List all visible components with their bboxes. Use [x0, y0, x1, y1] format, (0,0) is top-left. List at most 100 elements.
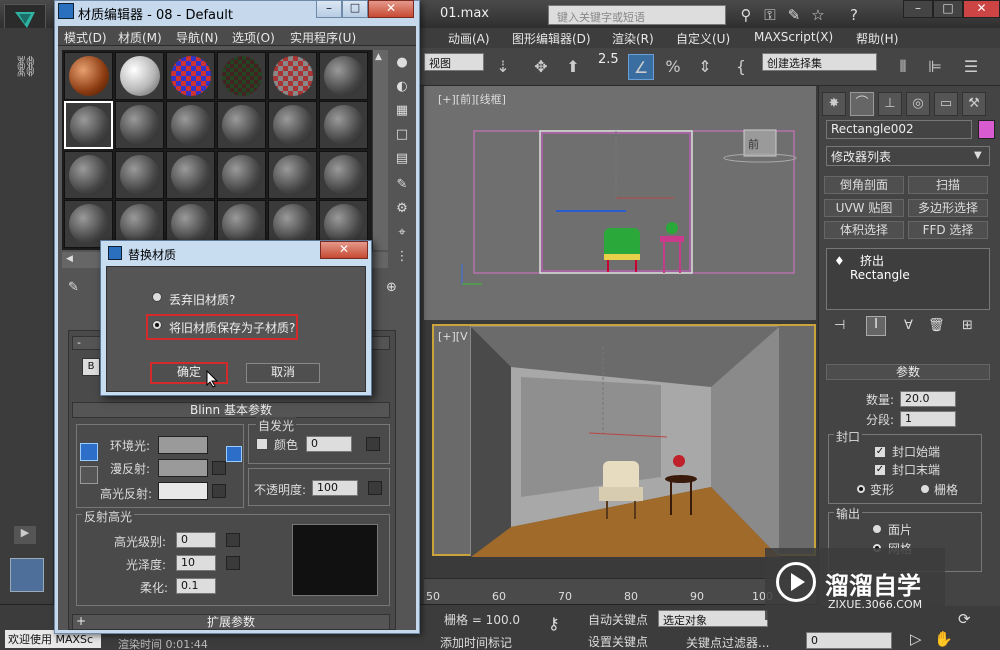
material-slot[interactable] [166, 101, 215, 149]
play-animation-icon[interactable]: ▷ [910, 630, 922, 648]
material-slot[interactable] [115, 151, 164, 199]
spinner-snap-icon[interactable]: ⇕ [692, 54, 718, 80]
material-slot[interactable] [166, 52, 215, 100]
shader-b-button[interactable]: B [82, 358, 100, 376]
remove-modifier-icon[interactable]: 🗑 [928, 318, 945, 333]
material-slot[interactable] [268, 52, 317, 100]
backlight-icon[interactable]: ◐ [392, 78, 412, 96]
link-icon[interactable]: ⛓ [12, 54, 40, 82]
material-slot[interactable] [268, 101, 317, 149]
add-time-tag-button[interactable]: 添加时间标记 [440, 634, 512, 650]
me-minimize-button[interactable]: – [316, 0, 342, 18]
self-illum-color-checkbox[interactable] [256, 438, 268, 450]
select-move-icon[interactable]: ✥ [528, 54, 554, 80]
close-button[interactable]: ✕ [963, 0, 1000, 18]
material-slot[interactable] [115, 52, 164, 100]
sample-type-icon[interactable]: ● [392, 54, 412, 72]
segments-spinner[interactable]: 1 [900, 411, 956, 427]
layout-grid-icon[interactable] [10, 558, 44, 592]
menu-help[interactable]: 帮助(H) [856, 30, 898, 47]
key-icon[interactable]: ⚿ [760, 5, 780, 25]
object-color-swatch[interactable] [978, 120, 995, 139]
material-slot[interactable] [64, 151, 113, 199]
cancel-button[interactable]: 取消 [246, 363, 320, 383]
edit-named-selection-icon[interactable]: { [728, 54, 754, 80]
background-checker-icon[interactable]: ▦ [392, 102, 412, 120]
spec-level-map-button[interactable] [226, 533, 240, 547]
search-input[interactable]: 键入关键字或短语 [548, 5, 726, 25]
motion-tab-icon[interactable]: ◎ [906, 92, 930, 116]
amount-spinner[interactable]: 20.0 [900, 391, 956, 407]
lock-map-icon[interactable] [226, 446, 242, 462]
snap-toggle-label[interactable]: 2.5 [598, 52, 619, 67]
angle-snap-icon[interactable]: ∠ [628, 54, 654, 80]
viewcube-label[interactable]: 前 [748, 136, 759, 152]
configure-sets-icon[interactable]: ⊞ [962, 318, 973, 333]
menu-customize[interactable]: 自定义(U) [676, 30, 730, 47]
play-icon[interactable]: ▶ [14, 526, 36, 544]
self-illum-spinner[interactable]: 0 [306, 436, 352, 452]
extended-params-header[interactable]: 扩展参数 [72, 614, 390, 630]
self-illum-map-button[interactable] [366, 437, 380, 451]
reference-coord-dropdown[interactable]: 视图 [424, 53, 484, 71]
cap-start-checkbox[interactable]: ✓ [874, 446, 886, 458]
me-close-button[interactable]: ✕ [368, 0, 414, 18]
options-icon[interactable]: ⚙ [392, 200, 412, 218]
me-maximize-button[interactable]: □ [342, 0, 368, 18]
sweep-button[interactable]: 扫描 [908, 176, 988, 194]
specular-color-swatch[interactable] [158, 482, 208, 500]
stack-item-extrude[interactable]: ♦ 挤出 [834, 252, 884, 269]
material-slot[interactable] [268, 151, 317, 199]
create-tab-icon[interactable]: ✸ [822, 92, 846, 116]
grid-radio[interactable] [920, 484, 930, 494]
video-color-check-icon[interactable]: ▤ [392, 150, 412, 168]
scroll-up-icon[interactable]: ▲ [375, 52, 382, 62]
material-slot-active[interactable] [64, 101, 113, 149]
auto-key-button[interactable]: 自动关键点 [588, 611, 648, 628]
me-menu-utilities[interactable]: 实用程序(U) [290, 29, 356, 46]
modify-tab-icon[interactable]: ⌒ [850, 92, 874, 116]
binoculars-icon[interactable]: ⚲ [736, 5, 756, 25]
parameters-rollout-header[interactable]: 参数 [826, 364, 990, 380]
me-menu-navigation[interactable]: 导航(N) [176, 29, 218, 46]
make-preview-icon[interactable]: ✎ [392, 176, 412, 194]
lightbulb-icon[interactable]: ♦ [834, 254, 845, 268]
keep-as-submaterial-radio[interactable]: 将旧材质保存为子材质? [152, 320, 295, 335]
mirror-icon[interactable]: ⫴ [890, 54, 916, 80]
specular-map-button[interactable] [212, 484, 226, 498]
lock-diffuse-specular-icon[interactable] [80, 466, 98, 484]
make-unique-icon[interactable]: ∀ [904, 318, 913, 333]
material-slot[interactable] [217, 101, 266, 149]
front-viewport-label[interactable]: [+][前][线框] [438, 91, 506, 107]
opacity-map-button[interactable] [368, 481, 382, 495]
select-by-material-icon[interactable]: ⌖ [392, 224, 412, 242]
expand-plus-icon[interactable]: + [76, 614, 86, 628]
object-name-field[interactable]: Rectangle002 [826, 120, 972, 139]
me-menu-options[interactable]: 选项(O) [232, 29, 275, 46]
chevron-down-icon[interactable]: ▼ [974, 150, 982, 161]
glossiness-map-button[interactable] [226, 556, 240, 570]
tools-icon[interactable]: ✎ [784, 5, 804, 25]
star-icon[interactable]: ☆ [808, 5, 828, 25]
lock-ambient-diffuse-icon[interactable] [80, 443, 98, 461]
poly-select-button[interactable]: 多边形选择 [908, 199, 988, 217]
perspective-viewport-label[interactable]: [+][V [438, 330, 468, 343]
modifier-list-dropdown[interactable]: 修改器列表 [826, 146, 990, 166]
layer-manager-icon[interactable]: ☰ [958, 54, 984, 80]
me-menu-modes[interactable]: 模式(D) [64, 29, 107, 46]
named-selection-dropdown[interactable]: 创建选择集 [762, 53, 877, 71]
sample-uv-tiling-icon[interactable]: □ [392, 126, 412, 144]
scroll-left-icon[interactable]: ◀ [66, 254, 73, 264]
material-slot[interactable] [319, 52, 368, 100]
material-map-navigator-icon[interactable]: ⋮ [392, 248, 412, 266]
set-key-icon[interactable]: ⚷ [548, 614, 560, 633]
percent-snap-icon[interactable]: % [660, 54, 686, 80]
slot-vertical-scrollbar[interactable] [372, 50, 388, 250]
diffuse-map-button[interactable] [212, 461, 226, 475]
bevel-profile-button[interactable]: 倒角剖面 [824, 176, 904, 194]
blinn-rollout-header[interactable]: Blinn 基本参数 [72, 402, 390, 418]
pin-stack-icon[interactable]: ⊣ [834, 318, 845, 333]
menu-rendering[interactable]: 渲染(R) [612, 30, 654, 47]
dialog-close-button[interactable]: ✕ [320, 241, 368, 259]
ffd-select-button[interactable]: FFD 选择 [908, 221, 988, 239]
